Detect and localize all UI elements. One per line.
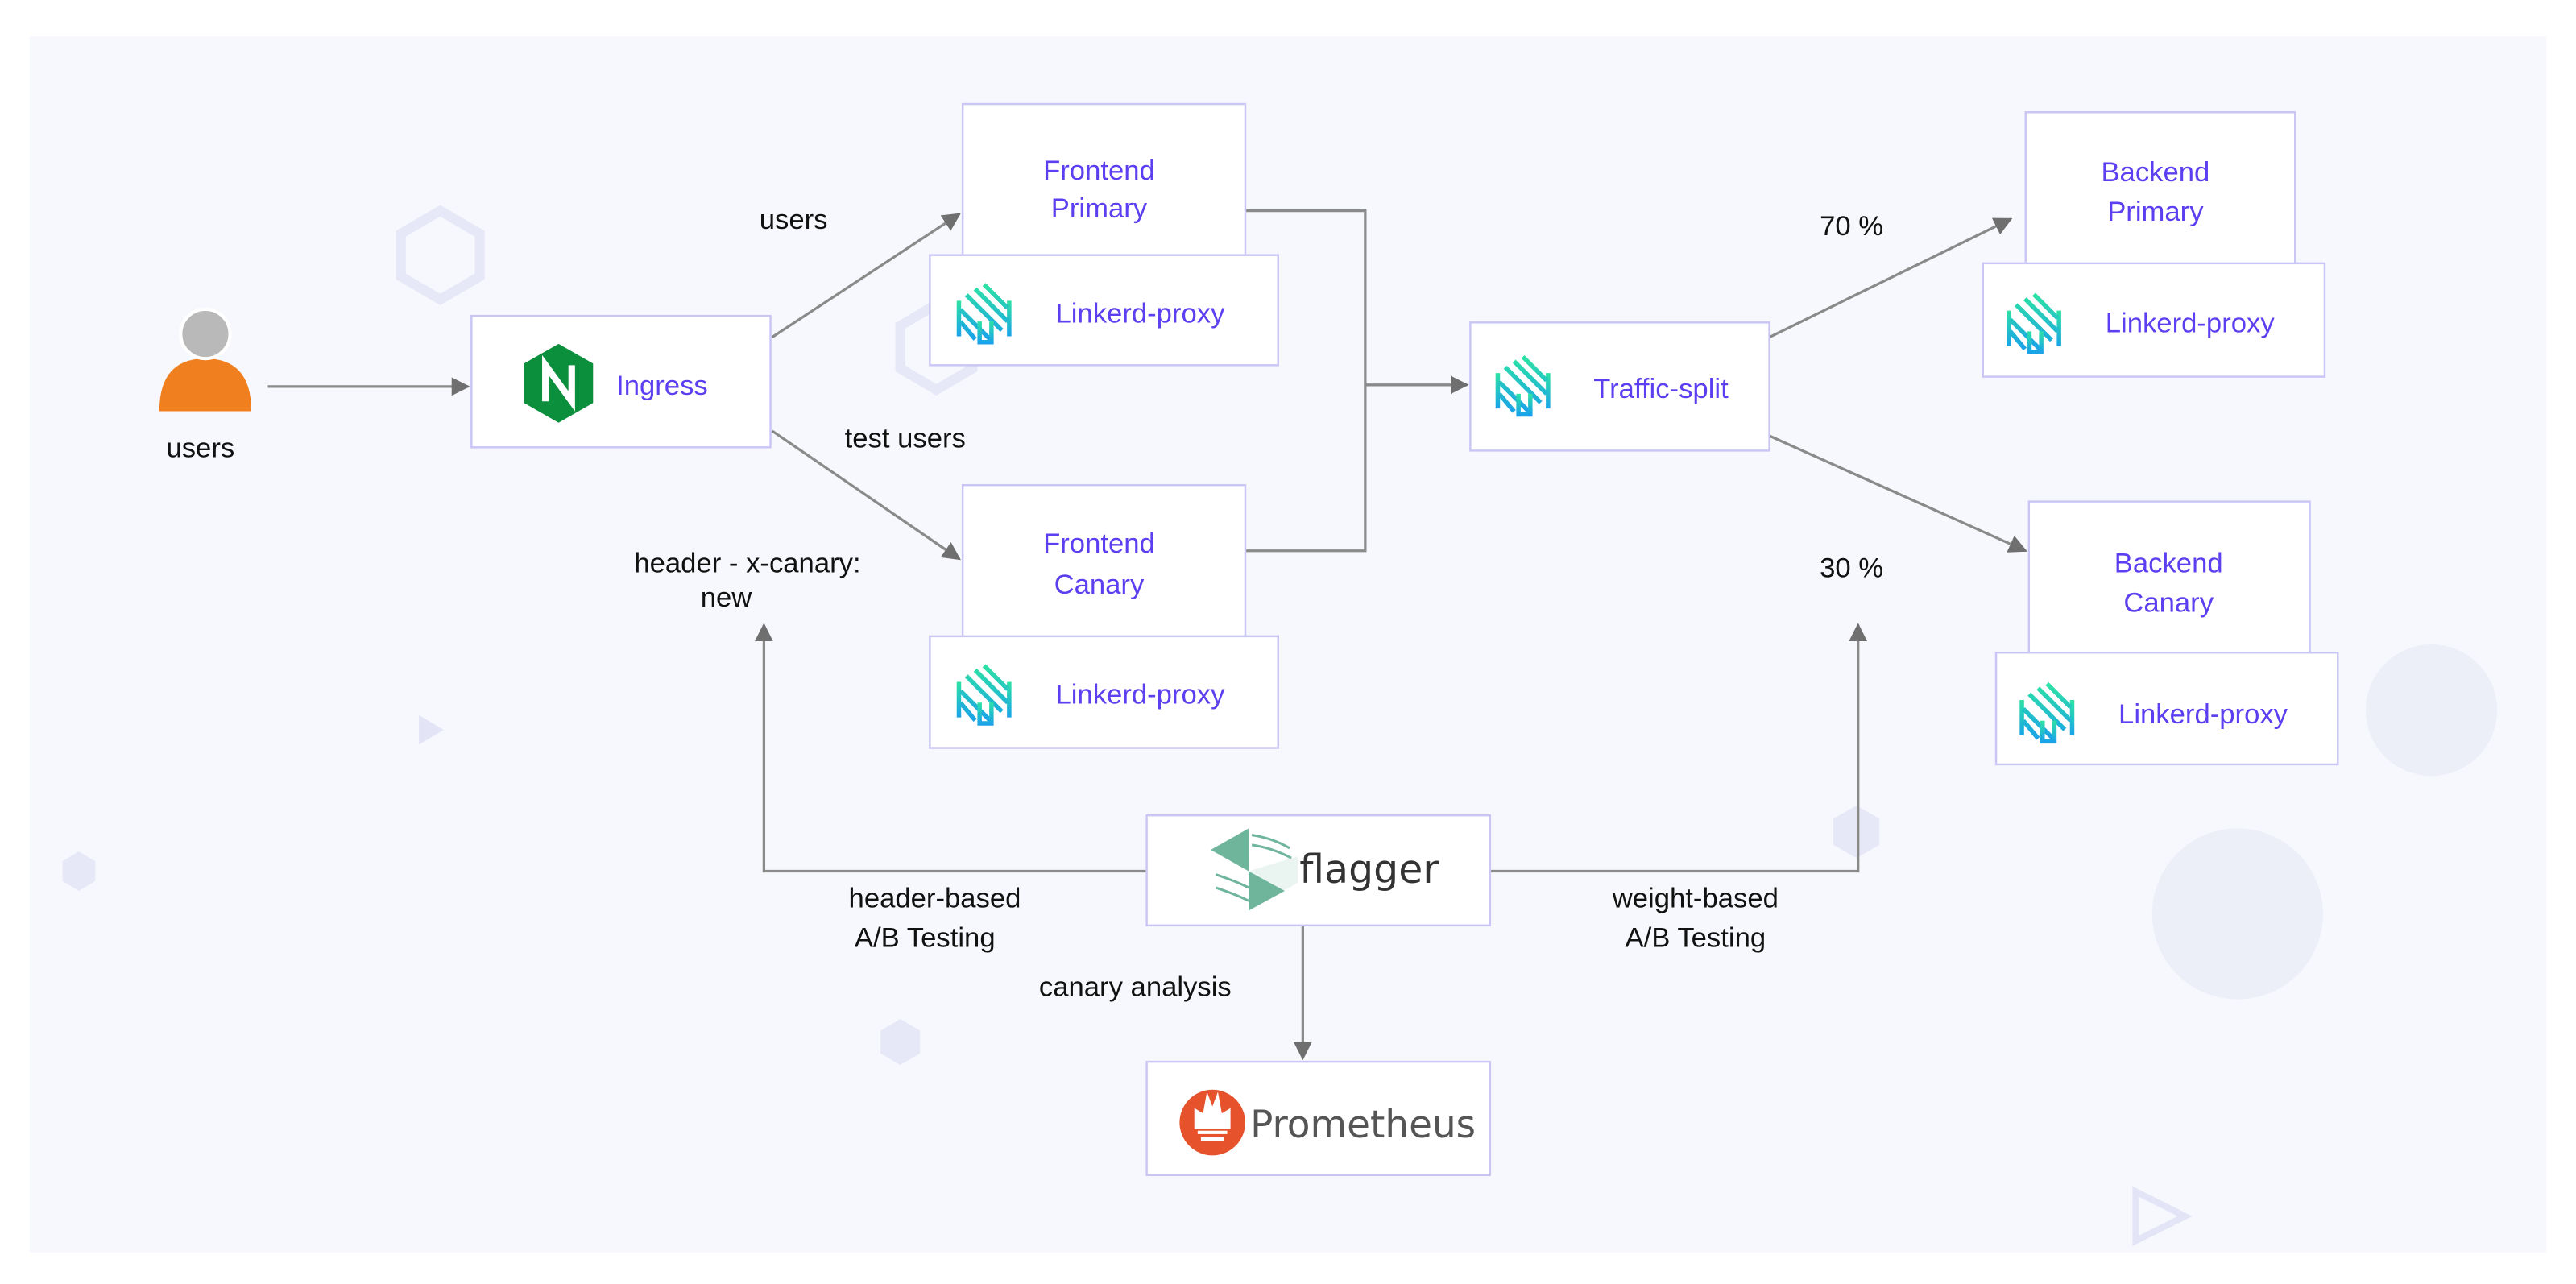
frontend-canary-label-2: Canary: [1054, 570, 1145, 600]
edge-label-header-rule-value: new: [701, 582, 753, 613]
prometheus-label: Prometheus: [1250, 1103, 1476, 1147]
frontend-canary-label-1: Frontend: [1043, 528, 1155, 559]
flagger-label: flagger: [1299, 847, 1439, 893]
backend-canary-node[interactable]: Backend Canary Linkerd-proxy: [1994, 500, 2339, 766]
backend-primary-label-1: Backend: [2101, 157, 2209, 188]
ingress-node[interactable]: Ingress: [470, 314, 772, 449]
edge-label-30: 30 %: [1820, 553, 1883, 583]
edge-label-weight-based: weight-based: [1612, 883, 1779, 913]
edge-label-canary-analysis: canary analysis: [1039, 972, 1232, 1003]
edge-label-header-based-ab: A/B Testing: [855, 922, 996, 953]
frontend-primary-label-2: Primary: [1051, 193, 1148, 224]
ingress-label: Ingress: [616, 371, 708, 401]
proxy-label: Linkerd-proxy: [1055, 298, 1225, 329]
traffic-split-node[interactable]: Traffic-split: [1469, 321, 1770, 452]
frontend-canary-node[interactable]: Frontend Canary Linkerd-proxy: [929, 484, 1279, 749]
backend-canary-label-1: Backend: [2114, 548, 2223, 578]
frontend-primary-node[interactable]: Frontend Primary Linkerd-proxy: [929, 102, 1279, 367]
edge-label-header-rule: header - x-canary:: [634, 548, 860, 578]
backend-primary-node[interactable]: Backend Primary Linkerd-proxy: [1982, 111, 2326, 378]
backend-primary-label-2: Primary: [2107, 197, 2204, 227]
proxy-label: Linkerd-proxy: [1055, 679, 1225, 710]
proxy-label: Linkerd-proxy: [2106, 309, 2276, 339]
edge-label-70: 70 %: [1820, 211, 1883, 242]
flagger-node[interactable]: flagger: [1145, 814, 1492, 927]
edge-label-users: users: [760, 205, 828, 235]
diagram: users users test users header - x-canary…: [29, 36, 2547, 1253]
edge-label-test-users: test users: [845, 423, 966, 454]
proxy-label: Linkerd-proxy: [2118, 699, 2288, 730]
traffic-split-label: Traffic-split: [1593, 374, 1729, 404]
prometheus-node[interactable]: Prometheus: [1145, 1060, 1492, 1177]
edge-label-header-based: header-based: [849, 883, 1021, 913]
frontend-primary-label-1: Frontend: [1043, 155, 1155, 186]
edge-label-weight-based-ab: A/B Testing: [1625, 922, 1766, 953]
user-label: users: [166, 433, 234, 464]
backend-canary-label-2: Canary: [2123, 587, 2214, 618]
